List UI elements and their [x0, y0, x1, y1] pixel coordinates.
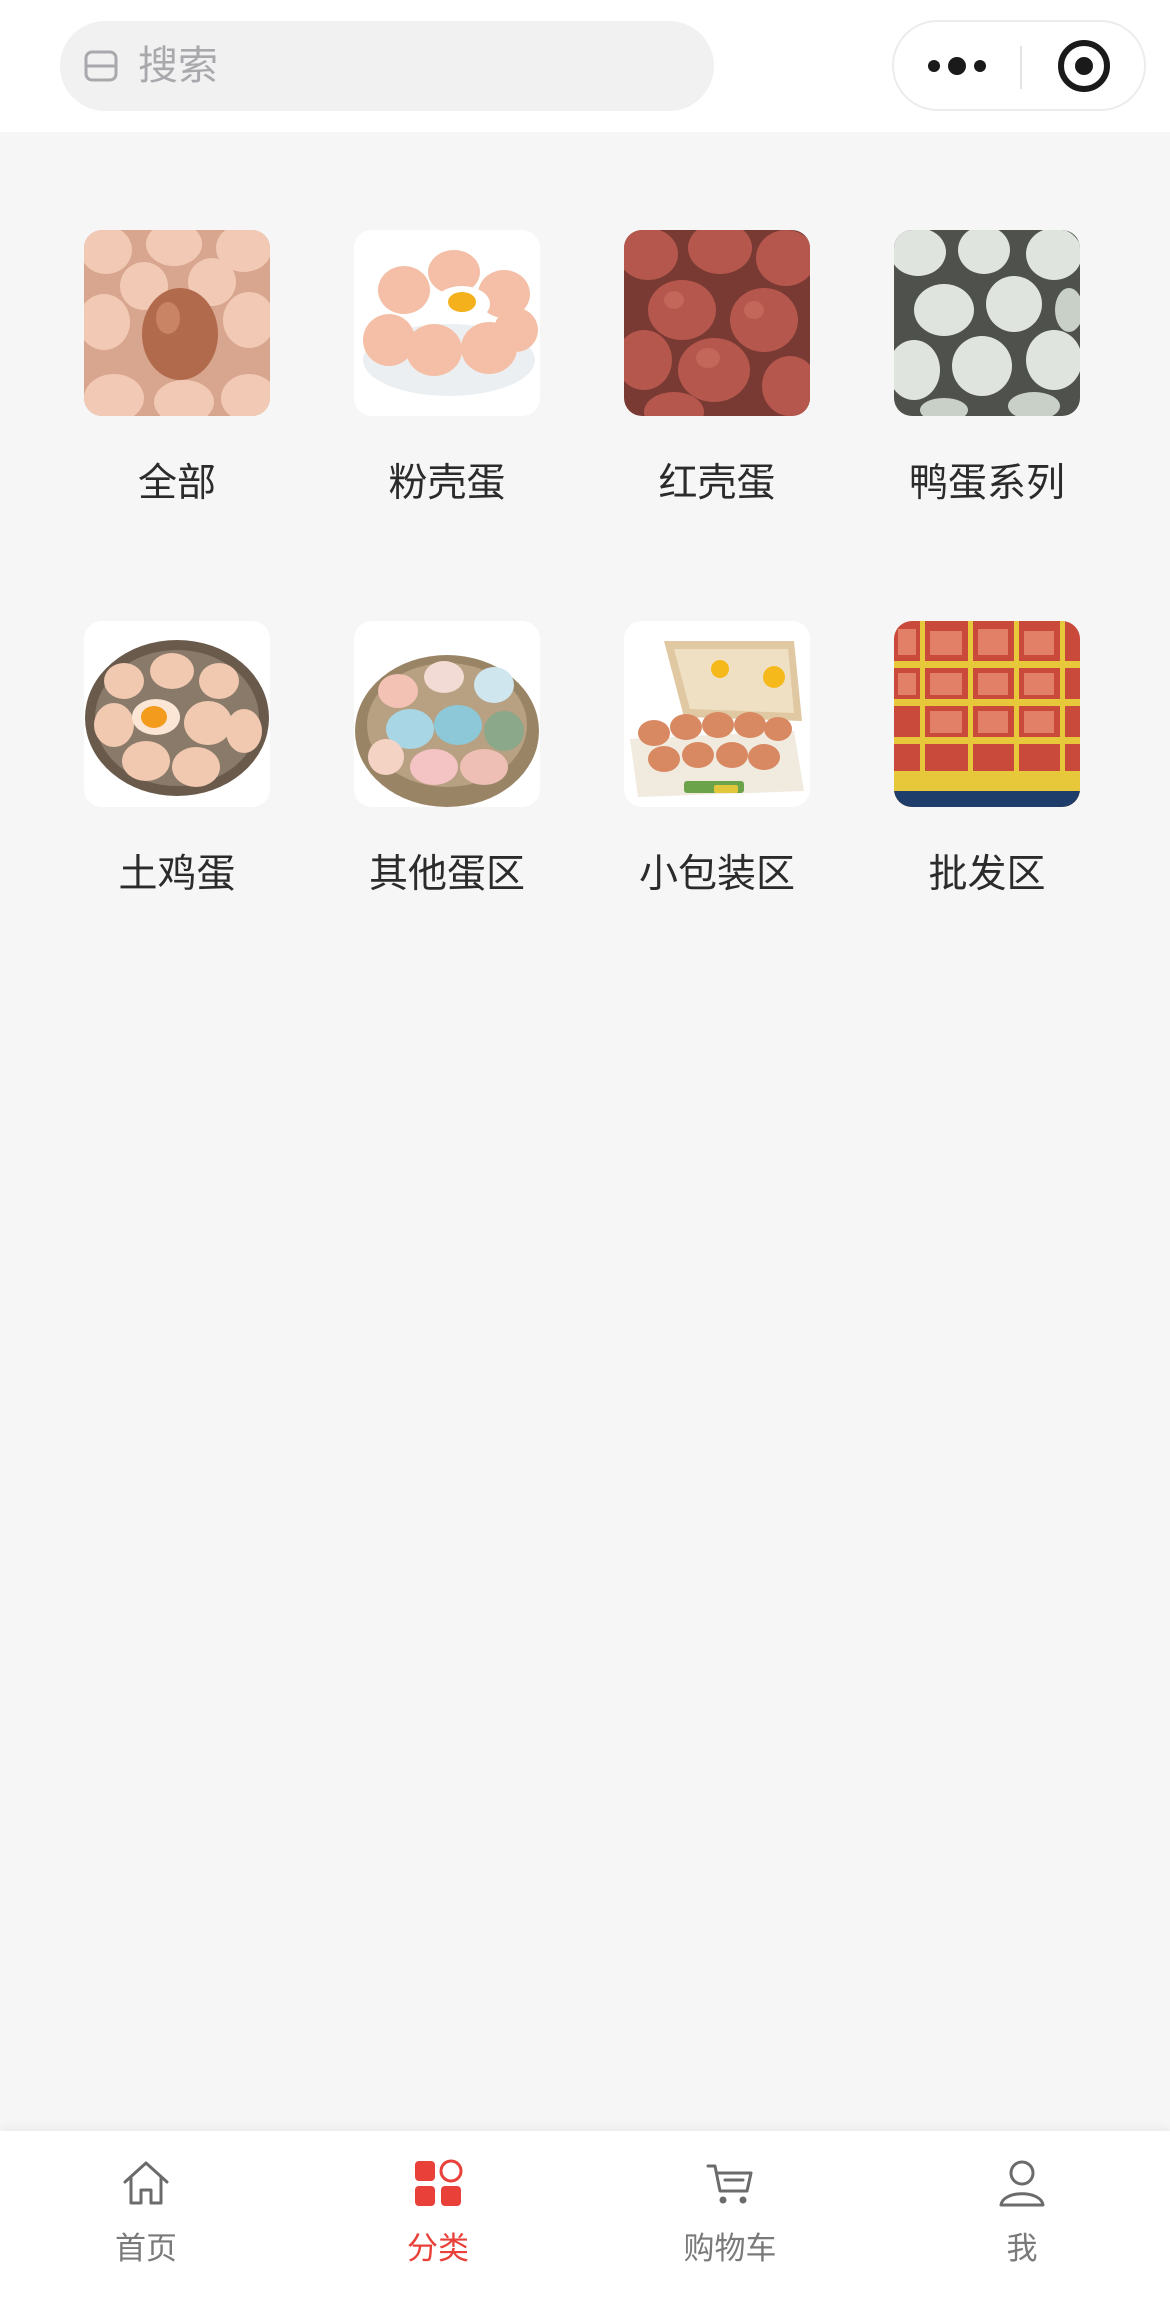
tab-me[interactable]: 我 [876, 2131, 1168, 2304]
tab-label: 我 [1006, 2231, 1038, 2267]
tab-home[interactable]: 首页 [0, 2131, 292, 2304]
bottom-tab-bar: 首页 分类 购物车 我 [0, 2131, 1170, 2304]
tab-label: 首页 [115, 2231, 177, 2267]
egg-tray-brown-photo [84, 230, 270, 416]
category-label: 批发区 [928, 852, 1046, 897]
category-label: 全部 [137, 461, 216, 506]
red-eggs-photo [624, 230, 810, 416]
top-bar: 搜索 [0, 0, 1170, 132]
tab-category[interactable]: 分类 [292, 2131, 584, 2304]
category-icon [415, 2159, 463, 2206]
more-dots-icon [928, 57, 986, 75]
category-item-other-eggs[interactable]: 其他蛋区 [318, 621, 558, 941]
close-mini-program-button[interactable] [1022, 22, 1146, 109]
category-label: 粉壳蛋 [388, 461, 506, 506]
tab-cart[interactable]: 购物车 [584, 2131, 876, 2304]
user-icon [999, 2160, 1045, 2207]
category-item-free-range[interactable]: 土鸡蛋 [48, 621, 288, 941]
search-input[interactable]: 搜索 [60, 21, 714, 111]
tab-label: 分类 [407, 2231, 469, 2267]
home-icon [123, 2161, 169, 2205]
category-label: 小包装区 [638, 852, 795, 897]
category-item-all[interactable]: 全部 [48, 230, 288, 550]
tab-label: 购物车 [683, 2231, 777, 2267]
search-placeholder: 搜索 [138, 43, 218, 89]
category-item-red-shell[interactable]: 红壳蛋 [588, 230, 828, 550]
category-item-pink-shell[interactable]: 粉壳蛋 [318, 230, 558, 550]
egg-carton-photo [624, 621, 810, 807]
mini-program-capsule [892, 20, 1146, 111]
category-label: 土鸡蛋 [118, 852, 236, 897]
category-page: 搜索 全部 粉壳蛋 红壳蛋 鸭蛋系列 土鸡蛋 其他蛋区 小包装区 批发区 首页 … [0, 0, 1170, 2304]
search-icon [84, 50, 118, 82]
category-item-wholesale[interactable]: 批发区 [858, 621, 1098, 941]
target-close-icon [1058, 40, 1110, 92]
category-label: 鸭蛋系列 [908, 461, 1065, 506]
category-label: 红壳蛋 [658, 461, 776, 506]
wholesale-egg-trays-photo [894, 621, 1080, 807]
more-menu-button[interactable] [894, 22, 1020, 109]
category-item-duck-egg[interactable]: 鸭蛋系列 [858, 230, 1098, 550]
pink-eggs-bowl-photo [354, 230, 540, 416]
duck-eggs-photo [894, 230, 1080, 416]
category-item-small-package[interactable]: 小包装区 [588, 621, 828, 941]
colored-eggs-basket-photo [354, 621, 540, 807]
category-label: 其他蛋区 [368, 852, 525, 897]
cart-icon [706, 2164, 753, 2204]
basket-eggs-photo [84, 621, 270, 807]
